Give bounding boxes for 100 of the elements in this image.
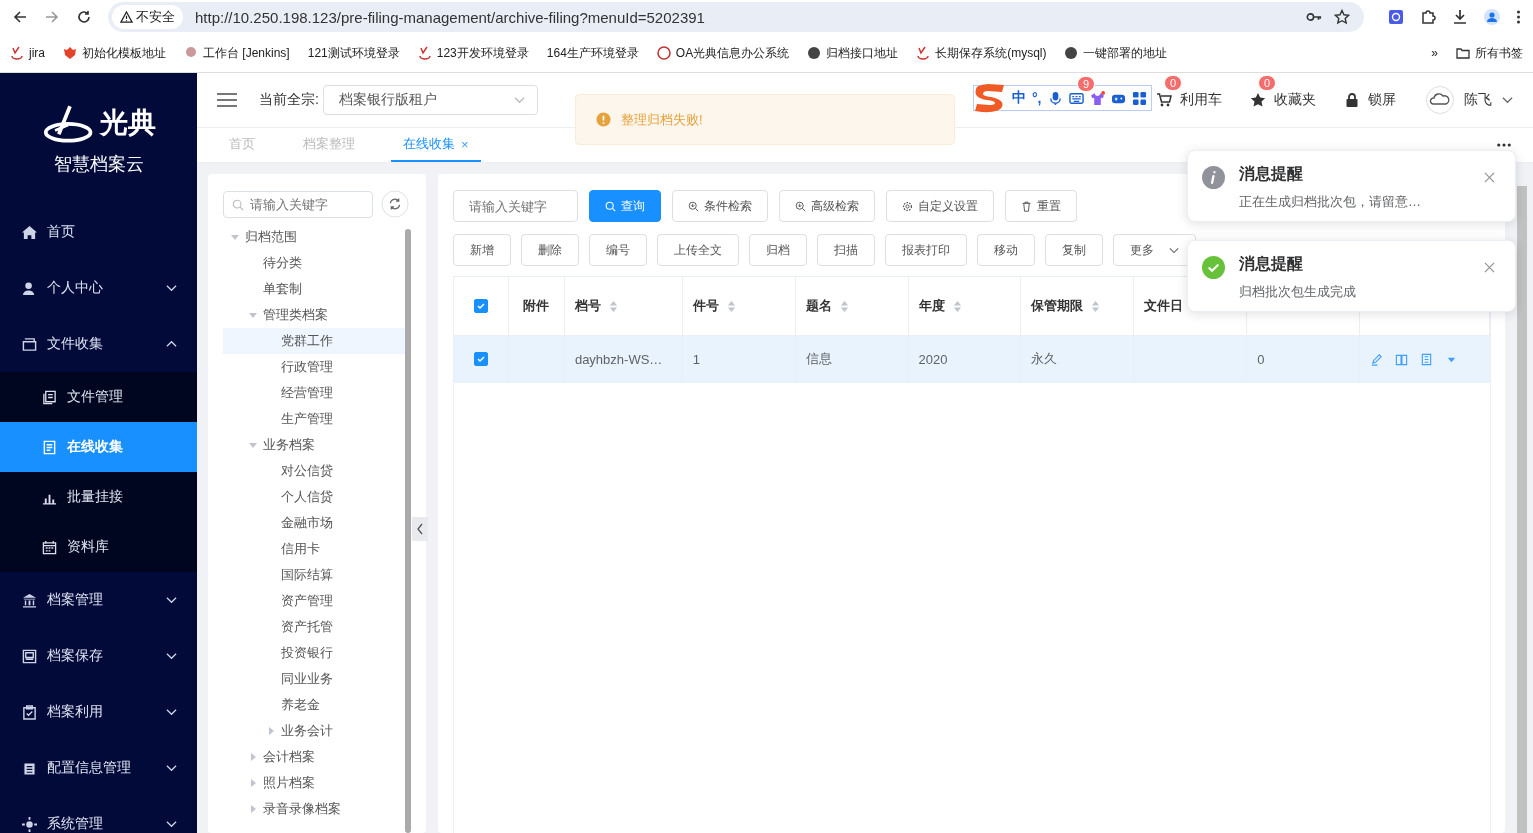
column-header[interactable]: 题名 (805, 297, 832, 315)
bookmark[interactable]: 工作台 [Jenkins] (184, 44, 290, 62)
puzzle-icon[interactable] (1420, 9, 1436, 25)
column-header[interactable]: 档号 (574, 297, 601, 315)
book-icon[interactable] (1395, 352, 1409, 366)
bookmark[interactable]: 长期保存系统(mysql) (916, 44, 1047, 62)
back-icon[interactable] (12, 9, 28, 25)
ime-logo-icon[interactable] (972, 83, 1006, 113)
table-row[interactable]: dayhbzh-WS… 1 信息 2020 永久 0 (454, 336, 1490, 383)
expand-triangle-icon[interactable] (249, 779, 257, 787)
bookmark[interactable]: 一键部署的地址 (1064, 44, 1168, 62)
action-button[interactable]: 移动 (977, 234, 1035, 266)
input-mode[interactable]: 中 (1012, 89, 1026, 107)
sort-icon[interactable] (726, 299, 736, 313)
shirt-icon[interactable] (1089, 90, 1105, 106)
menu-toggle-icon[interactable] (217, 92, 237, 108)
security-chip[interactable]: 不安全 (112, 5, 183, 29)
select-all-checkbox[interactable] (473, 299, 488, 313)
column-header[interactable]: 附件 (523, 297, 550, 315)
profile-icon[interactable] (1484, 9, 1500, 25)
tree-node[interactable]: 单套制 (223, 276, 405, 302)
bookmark[interactable]: OA光典信息办公系统 (656, 44, 790, 62)
refresh-button[interactable] (381, 190, 409, 218)
action-button[interactable]: 更多 (1113, 234, 1196, 266)
tree-node[interactable]: 生产管理 (223, 406, 405, 432)
action-button[interactable]: 报表打印 (885, 234, 967, 266)
more-icon[interactable] (1497, 143, 1511, 147)
search-button[interactable]: 重置 (1005, 190, 1077, 222)
grid-icon[interactable] (1131, 90, 1147, 106)
column-header[interactable]: 保管期限 (1031, 297, 1084, 315)
action-button[interactable]: 新增 (453, 234, 511, 266)
action-button[interactable]: 复制 (1045, 234, 1103, 266)
cloud-avatar-icon[interactable] (1426, 86, 1454, 114)
search-button[interactable]: 自定义设置 (886, 190, 994, 222)
tree-node[interactable]: 信用卡 (223, 536, 405, 562)
tree-node[interactable]: 归档范围 (223, 224, 405, 250)
sidebar-item[interactable]: 首页 (0, 204, 197, 260)
sidebar-item[interactable]: 文件收集 (0, 316, 197, 372)
download-icon[interactable] (1452, 9, 1468, 25)
more-bookmarks[interactable]: » (1431, 46, 1438, 60)
scrollbar[interactable] (1517, 186, 1527, 833)
expand-triangle-icon[interactable] (249, 805, 257, 813)
bookmark[interactable]: 123开发环境登录 (417, 44, 529, 62)
search-field[interactable]: 请输入关键字 (223, 190, 373, 218)
action-button[interactable]: 扫描 (817, 234, 875, 266)
action-button[interactable]: 归档 (749, 234, 807, 266)
bookmark[interactable]: 121测试环境登录 (307, 44, 400, 62)
tree-node[interactable]: 业务会计 (223, 718, 405, 744)
expand-triangle-icon[interactable] (231, 233, 239, 241)
tree-node[interactable]: 经营管理 (223, 380, 405, 406)
search-button[interactable]: 高级检索 (779, 190, 875, 222)
action-button[interactable]: 编号 (589, 234, 647, 266)
tree-node[interactable]: 录音录像档案 (223, 796, 405, 822)
sidebar-item[interactable]: 系统管理 (0, 796, 197, 833)
menu-icon[interactable] (1516, 9, 1521, 25)
collapse-handle[interactable] (412, 517, 428, 541)
column-header[interactable]: 文件日 (1144, 297, 1184, 315)
star-icon[interactable] (1250, 92, 1266, 108)
address-bar[interactable]: 不安全 http://10.250.198.123/pre-filing-management/archive-filing?menuId=5202391 (108, 2, 1364, 32)
bookmark[interactable]: 初始化模板地址 (63, 44, 166, 62)
reload-icon[interactable] (76, 9, 92, 25)
tree-node[interactable]: 同业业务 (223, 666, 405, 692)
sidebar-item[interactable]: 个人中心 (0, 260, 197, 316)
close-icon[interactable] (1484, 262, 1495, 273)
tree-node[interactable]: 国际结算 (223, 562, 405, 588)
sidebar-subitem[interactable]: 批量挂接 (0, 472, 197, 522)
tree-node[interactable]: 资产管理 (223, 588, 405, 614)
row-checkbox[interactable] (473, 352, 488, 366)
favorites-link[interactable]: 收藏夹 (1274, 91, 1316, 109)
user-name[interactable]: 陈飞 (1464, 91, 1492, 109)
sort-icon[interactable] (608, 299, 618, 313)
star-icon[interactable] (1334, 9, 1350, 25)
expand-triangle-icon[interactable] (249, 311, 257, 319)
cart-link[interactable]: 利用车 (1180, 91, 1222, 109)
bookmark[interactable]: jira (10, 46, 45, 60)
tree-node[interactable]: 对公信贷 (223, 458, 405, 484)
sidebar-subitem[interactable]: 文件管理 (0, 372, 197, 422)
search-button[interactable]: 条件检索 (672, 190, 768, 222)
bookmark[interactable]: 归档接口地址 (807, 44, 899, 62)
column-header[interactable]: 件号 (692, 297, 719, 315)
sidebar-subitem[interactable]: 资料库 (0, 522, 197, 572)
scrollbar[interactable] (405, 229, 411, 833)
sort-icon[interactable] (1091, 299, 1101, 313)
action-button[interactable]: 删除 (521, 234, 579, 266)
sidebar-item[interactable]: 档案管理 (0, 572, 197, 628)
tree-node[interactable]: 养老金 (223, 692, 405, 718)
expand-triangle-icon[interactable] (249, 753, 257, 761)
close-icon[interactable] (1484, 172, 1495, 183)
tree-node[interactable]: 照片档案 (223, 770, 405, 796)
sort-icon[interactable] (839, 299, 849, 313)
sort-icon[interactable] (952, 299, 962, 313)
lock-icon[interactable] (1344, 92, 1360, 108)
all-bookmarks[interactable]: 所有书签 (1456, 44, 1523, 62)
column-header[interactable]: 年度 (918, 297, 945, 315)
tree-node[interactable]: 个人信贷 (223, 484, 405, 510)
tree-node[interactable]: 金融市场 (223, 510, 405, 536)
tree-node[interactable]: 待分类 (223, 250, 405, 276)
cart-icon[interactable] (1156, 92, 1172, 108)
forward-icon[interactable] (44, 9, 60, 25)
expand-triangle-icon[interactable] (249, 441, 257, 449)
